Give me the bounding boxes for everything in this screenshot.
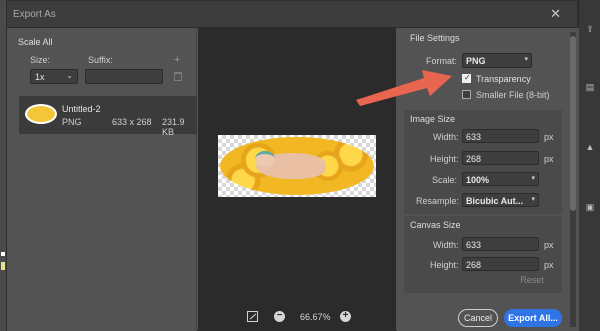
preview-image	[218, 135, 376, 197]
zoom-in-icon[interactable]: +	[340, 311, 351, 322]
chevron-down-icon: ▾	[531, 196, 535, 203]
toggle-frame-icon[interactable]	[247, 311, 258, 322]
foreground-swatch[interactable]	[1, 252, 5, 256]
share-icon[interactable]: ⇪	[584, 24, 596, 34]
canvas-height-label: Height:	[430, 260, 459, 270]
asset-dimensions: 633 x 268	[112, 117, 152, 127]
resample-value: Bicubic Aut...	[466, 196, 524, 206]
asset-list-item[interactable]: Untitled-2 PNG 633 x 268 231.9 KB	[19, 96, 197, 137]
image-size-title: Image Size	[410, 114, 456, 124]
canvas-width-unit: px	[544, 240, 554, 250]
panel-icon-2[interactable]: ▣	[584, 202, 596, 212]
file-settings-title: File Settings	[410, 33, 460, 43]
image-width-label: Width:	[433, 132, 459, 142]
resample-label: Resample:	[416, 196, 460, 206]
scale-label: Scale:	[432, 175, 458, 185]
triangle-icon[interactable]: ▲	[584, 142, 596, 152]
close-icon[interactable]: ✕	[550, 6, 561, 22]
scale-all-heading: Scale All	[18, 37, 53, 47]
canvas-width-label: Width:	[433, 240, 459, 250]
asset-name: Untitled-2	[62, 104, 101, 114]
add-scale-icon[interactable]: +	[174, 54, 180, 66]
smaller-file-checkbox[interactable]	[462, 90, 471, 99]
format-select-value: PNG	[466, 56, 486, 66]
annotation-arrow-icon	[356, 70, 452, 106]
preview-toolbar: − 66.67% +	[198, 310, 396, 326]
format-label: Format:	[426, 56, 458, 66]
image-height-label: Height:	[430, 154, 459, 164]
resample-select[interactable]: Bicubic Aut... ▾	[462, 193, 539, 207]
scale-percent-select[interactable]: 100% ▾	[462, 172, 539, 186]
scale-percent-value: 100%	[466, 175, 490, 185]
asset-thumbnail	[25, 104, 57, 124]
suffix-label: Suffix:	[88, 55, 113, 65]
zoom-level: 66.67%	[300, 312, 331, 322]
chevron-down-icon: ⌄	[66, 71, 73, 80]
cancel-button[interactable]: Cancel	[458, 309, 498, 327]
export-as-dialog: Export As ✕ Scale All Size: Suffix: + 1x…	[6, 0, 579, 331]
scale-select-value: 1x	[35, 72, 45, 82]
transparency-label: Transparency	[476, 74, 531, 84]
asset-format: PNG	[62, 117, 82, 127]
settings-scrollbar[interactable]	[570, 32, 576, 327]
format-select[interactable]: PNG ▾	[462, 53, 532, 68]
chevron-down-icon: ▾	[524, 56, 528, 63]
scale-select[interactable]: 1x ⌄	[30, 69, 78, 84]
image-width-unit: px	[544, 132, 554, 142]
image-width-input[interactable]: 633	[462, 129, 539, 143]
reset-button[interactable]: Reset	[516, 274, 548, 288]
image-height-unit: px	[544, 154, 554, 164]
baby-head	[255, 151, 275, 167]
zoom-out-icon[interactable]: −	[274, 311, 285, 322]
asset-filesize: 231.9 KB	[162, 117, 185, 137]
panel-icon[interactable]: ▤	[584, 82, 596, 92]
image-height-input[interactable]: 268	[462, 151, 539, 165]
trash-icon[interactable]	[174, 72, 182, 81]
background-swatch[interactable]	[1, 262, 5, 270]
canvas-width-input[interactable]: 633	[462, 237, 539, 251]
canvas-height-input[interactable]: 268	[462, 257, 539, 271]
chevron-down-icon: ▾	[531, 175, 535, 182]
smaller-file-label: Smaller File (8-bit)	[476, 90, 550, 100]
rose-ellipse-image	[220, 137, 374, 195]
size-label: Size:	[30, 55, 51, 65]
transparency-checkbox[interactable]	[462, 73, 471, 83]
scrollbar-thumb[interactable]	[570, 36, 576, 211]
asset-panel: Scale All Size: Suffix: + 1x ⌄ Untitled-…	[7, 28, 197, 331]
canvas-height-unit: px	[544, 260, 554, 270]
canvas-size-title: Canvas Size	[410, 220, 461, 230]
image-size-section: Image Size Width: 633 px Height: 268 px …	[404, 110, 562, 214]
dialog-title: Export As	[13, 9, 56, 20]
dialog-titlebar: Export As ✕	[7, 1, 577, 28]
app-right-panel-strip: ⇪ ▤ ▲ ▣	[578, 0, 600, 331]
export-all-button[interactable]: Export All...	[504, 309, 562, 327]
suffix-input[interactable]	[85, 69, 163, 84]
